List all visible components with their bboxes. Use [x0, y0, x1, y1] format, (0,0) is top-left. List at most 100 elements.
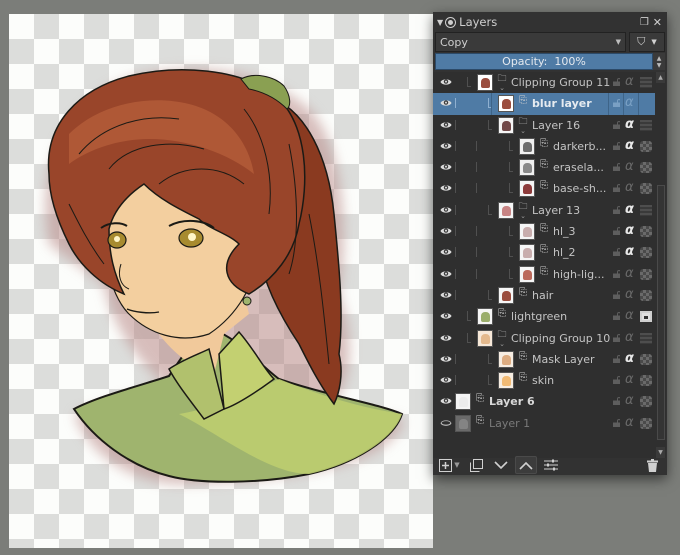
visibility-eye-icon[interactable]	[440, 354, 452, 364]
layer-name[interactable]: Layer 1	[489, 417, 530, 430]
layer-name[interactable]: Mask Layer	[532, 353, 595, 366]
spin-up-icon[interactable]: ▲	[657, 55, 662, 62]
visibility-eye-icon[interactable]	[440, 120, 452, 130]
lock-icon[interactable]	[613, 205, 620, 214]
collapse-triangle-icon[interactable]: ▼	[437, 18, 443, 27]
visibility-eye-icon[interactable]	[440, 98, 452, 108]
inherit-alpha-icon[interactable]	[640, 98, 652, 109]
visibility-eye-icon[interactable]	[440, 226, 452, 236]
layer-row[interactable]: 🗀 ⌄ Layer 16 α	[433, 115, 655, 136]
alpha-locked-icon[interactable]: α	[625, 138, 634, 153]
inherit-alpha-icon[interactable]	[640, 289, 652, 301]
layer-name[interactable]: darkerb...	[553, 140, 606, 153]
layer-row[interactable]: ⎘ Mask Layer α	[433, 349, 655, 370]
layer-name[interactable]: Clipping Group 11	[511, 76, 610, 89]
layer-row[interactable]: ⎘ Layer 1 α	[433, 413, 655, 434]
opacity-spinner[interactable]: ▲ ▼	[653, 53, 665, 70]
layer-row[interactable]: ⎘ erasela... α	[433, 157, 655, 178]
visibility-eye-icon[interactable]	[440, 141, 452, 151]
layer-name[interactable]: Layer 16	[532, 119, 580, 132]
duplicate-layer-button[interactable]	[468, 456, 484, 474]
blend-mode-select[interactable]: Copy ▼	[435, 32, 626, 52]
layer-name[interactable]: Clipping Group 10	[511, 332, 610, 345]
alpha-lock-icon[interactable]: α	[625, 393, 634, 408]
alpha-lock-icon[interactable]: α	[625, 372, 634, 387]
layer-name[interactable]: hl_3	[553, 225, 576, 238]
alpha-locked-icon[interactable]: α	[625, 244, 634, 259]
lock-icon[interactable]	[613, 354, 620, 363]
float-docker-icon[interactable]: ❐	[640, 17, 649, 28]
visibility-eye-icon[interactable]	[440, 290, 452, 300]
lock-icon[interactable]	[613, 269, 620, 278]
layer-filter-button[interactable]: ⛉ ▼	[629, 32, 665, 52]
lock-icon[interactable]	[613, 99, 620, 108]
close-docker-icon[interactable]: ✕	[653, 16, 662, 29]
layer-name[interactable]: hl_2	[553, 246, 576, 259]
visibility-eye-icon[interactable]	[440, 205, 452, 215]
lock-icon[interactable]	[613, 376, 620, 385]
layer-row[interactable]: ⎘ blur layer α	[433, 93, 655, 115]
layer-row[interactable]: ⎘ hl_3 α	[433, 221, 655, 242]
move-layer-up-button[interactable]	[515, 456, 537, 474]
alpha-lock-icon[interactable]: α	[625, 308, 634, 323]
alpha-lock-icon[interactable]: α	[625, 287, 634, 302]
scrollbar-thumb[interactable]	[657, 185, 665, 440]
visibility-eye-icon[interactable]	[440, 269, 452, 279]
visibility-off-icon[interactable]	[440, 418, 452, 428]
lock-icon[interactable]	[613, 120, 620, 129]
inherit-alpha-icon[interactable]	[640, 162, 652, 174]
layer-row[interactable]: ⎘ lightgreen α	[433, 306, 655, 327]
inherit-alpha-icon[interactable]	[640, 353, 652, 365]
lock-icon[interactable]	[613, 227, 620, 236]
visibility-eye-icon[interactable]	[440, 247, 452, 257]
layer-name[interactable]: blur layer	[532, 97, 592, 110]
layer-row[interactable]: 🗀 ⌄ Clipping Group 10 α	[433, 328, 655, 349]
visibility-eye-icon[interactable]	[440, 162, 452, 172]
layer-list[interactable]: 🗀 ⌄ Clipping Group 11 α ⎘ blur layer α 🗀 ⌄ Layer …	[433, 72, 655, 458]
group-passthrough-icon[interactable]	[640, 332, 652, 344]
inherit-alpha-icon[interactable]	[640, 140, 652, 152]
layer-row[interactable]: ⎘ hair α	[433, 285, 655, 306]
alpha-locked-icon[interactable]: α	[625, 117, 634, 132]
layer-name[interactable]: skin	[532, 374, 554, 387]
layer-row[interactable]: ⎘ darkerb... α	[433, 136, 655, 157]
layer-name[interactable]: base-sh...	[553, 182, 606, 195]
layer-name[interactable]: Layer 6	[489, 395, 535, 408]
inherit-alpha-icon[interactable]	[640, 268, 652, 280]
lock-icon[interactable]	[613, 291, 620, 299]
inherit-alpha-icon[interactable]	[640, 226, 652, 238]
inherit-alpha-icon[interactable]	[640, 375, 652, 387]
visibility-eye-icon[interactable]	[440, 333, 452, 343]
alpha-lock-icon[interactable]: α	[625, 95, 634, 110]
lock-icon[interactable]	[613, 333, 620, 342]
layer-row[interactable]: 🗀 ⌄ Clipping Group 11 α	[433, 72, 655, 93]
drawing-canvas[interactable]	[9, 14, 433, 548]
inherit-alpha-active-icon[interactable]	[640, 311, 652, 323]
visibility-eye-icon[interactable]	[440, 375, 452, 385]
scroll-up-icon[interactable]: ▲	[656, 72, 665, 83]
alpha-lock-icon[interactable]: α	[625, 74, 634, 89]
visibility-eye-icon[interactable]	[440, 311, 452, 321]
group-passthrough-icon[interactable]	[640, 77, 652, 88]
inherit-alpha-icon[interactable]	[640, 183, 652, 195]
lock-icon[interactable]	[613, 418, 620, 427]
alpha-locked-icon[interactable]: α	[625, 223, 634, 238]
lock-icon[interactable]	[613, 184, 620, 193]
visibility-eye-icon[interactable]	[440, 183, 452, 193]
layer-list-scrollbar[interactable]: ▲ ▼	[655, 72, 666, 458]
layer-name[interactable]: high-lig...	[553, 268, 605, 281]
alpha-lock-icon[interactable]: α	[625, 159, 634, 174]
inherit-alpha-icon[interactable]	[640, 247, 652, 259]
visibility-eye-icon[interactable]	[440, 77, 452, 87]
lock-icon[interactable]	[613, 397, 620, 406]
layer-row[interactable]: ⎘ hl_2 α	[433, 242, 655, 263]
layer-row[interactable]: ⎘ high-lig... α	[433, 264, 655, 285]
lock-icon[interactable]	[613, 78, 620, 86]
inherit-alpha-icon[interactable]	[640, 396, 652, 408]
layer-row[interactable]: ⎘ Layer 6 α	[433, 391, 655, 412]
layer-name[interactable]: hair	[532, 289, 553, 302]
add-layer-menu-icon[interactable]: ▼	[453, 456, 461, 474]
lock-icon[interactable]	[613, 312, 620, 321]
layer-name[interactable]: Layer 13	[532, 204, 580, 217]
alpha-locked-icon[interactable]: α	[625, 351, 634, 366]
